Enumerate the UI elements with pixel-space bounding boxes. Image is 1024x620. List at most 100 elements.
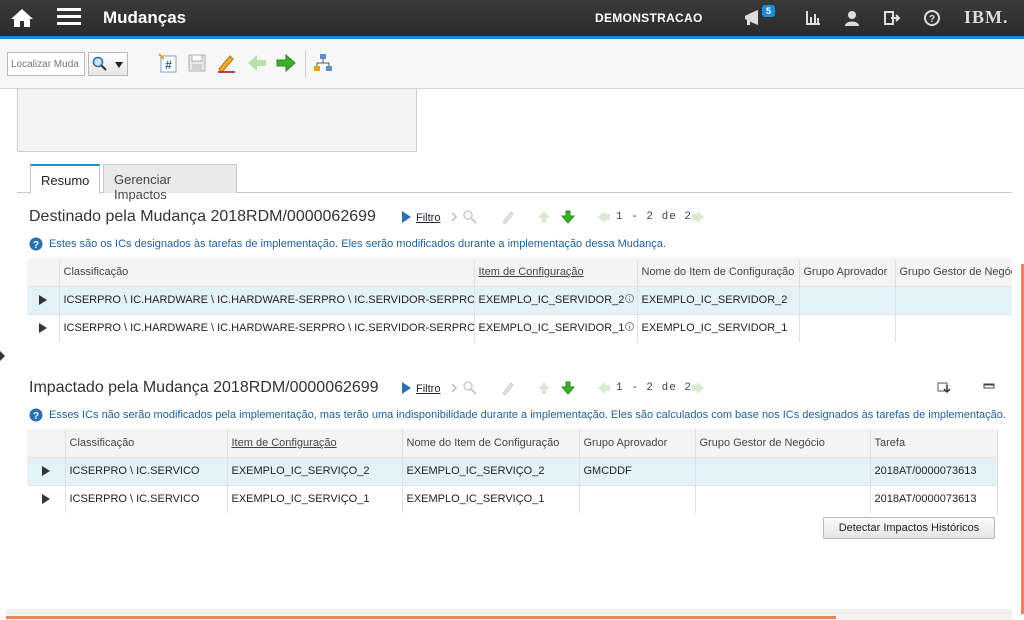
- info-icon: ?: [29, 408, 43, 422]
- reports-icon[interactable]: [804, 9, 822, 27]
- download-icon[interactable]: [937, 380, 951, 394]
- cell-item[interactable]: EXEMPLO_IC_SERVIÇO_1: [227, 484, 403, 513]
- filter-toggle-icon[interactable]: [400, 380, 412, 396]
- edit-disabled-icon[interactable]: [500, 380, 516, 396]
- section-impactado-info: ? Esses ICs não serão modificados pela i…: [29, 408, 1009, 423]
- long-description-box: [17, 89, 417, 152]
- search-disabled-icon[interactable]: [462, 209, 478, 225]
- user-name[interactable]: DEMONSTRACAO: [595, 11, 703, 25]
- info-text: Esses ICs não serão modificados pela imp…: [49, 409, 1006, 421]
- edit-disabled-icon[interactable]: [500, 209, 516, 225]
- arrow-down-icon[interactable]: [560, 209, 576, 225]
- previous-page-icon[interactable]: [596, 380, 612, 396]
- arrow-forward-icon[interactable]: [275, 52, 297, 74]
- table-header-row: Classificação Item de Configuração Nome …: [27, 258, 1014, 286]
- cell-item[interactable]: EXEMPLO_IC_SERVIÇO_2: [227, 456, 403, 485]
- scroll-indicator: [6, 616, 836, 619]
- cell-nome: EXEMPLO_IC_SERVIÇO_2: [402, 456, 580, 485]
- column-header-nome[interactable]: Nome do Item de Configuração: [402, 429, 580, 457]
- table-row[interactable]: ICSERPRO \ IC.SERVICO EXEMPLO_IC_SERVIÇO…: [27, 484, 998, 513]
- search-disabled-icon[interactable]: [462, 380, 478, 396]
- tab-resumo[interactable]: Resumo: [30, 164, 100, 194]
- chevron-down-icon: [115, 62, 123, 68]
- column-header-item[interactable]: Item de Configuração: [474, 258, 638, 286]
- column-header-tarefa[interactable]: Tarefa: [870, 429, 998, 457]
- expand-row-icon[interactable]: [41, 493, 51, 505]
- expand-row-icon[interactable]: [38, 294, 48, 306]
- cell-classificacao: ICSERPRO \ IC.SERVICO: [65, 456, 228, 485]
- save-icon[interactable]: [186, 52, 208, 74]
- cell-item[interactable]: EXEMPLO_IC_SERVIDOR_1: [474, 313, 638, 342]
- svg-text:?: ?: [33, 240, 39, 251]
- next-page-icon[interactable]: [690, 380, 706, 396]
- collapse-handle-icon[interactable]: [0, 349, 6, 363]
- info-small-icon[interactable]: [625, 322, 635, 332]
- expand-row-icon[interactable]: [41, 465, 51, 477]
- table-row[interactable]: ICSERPRO \ IC.HARDWARE \ IC.HARDWARE-SER…: [27, 313, 1014, 342]
- expand-row-icon[interactable]: [38, 322, 48, 334]
- column-header-classificacao[interactable]: Classificação: [59, 258, 475, 286]
- filter-link[interactable]: Filtro: [416, 383, 440, 395]
- signout-icon[interactable]: [883, 9, 901, 27]
- info-text: Estes são os ICs designados às tarefas d…: [49, 238, 666, 250]
- cell-item[interactable]: EXEMPLO_IC_SERVIDOR_2: [474, 285, 638, 314]
- vertical-scrollbar[interactable]: [1012, 89, 1024, 620]
- section-destinado-title: Destinado pela Mudança 2018RDM/000006269…: [29, 208, 376, 225]
- menu-icon[interactable]: [57, 8, 81, 28]
- info-small-icon[interactable]: [625, 294, 635, 303]
- cell-tarefa: 2018AT/0000073613: [870, 456, 998, 485]
- filter-link[interactable]: Filtro: [416, 212, 440, 224]
- detect-historical-impacts-button[interactable]: Detectar Impactos Históricos: [823, 517, 995, 539]
- edit-icon[interactable]: [215, 52, 237, 74]
- column-header-aprovador[interactable]: Grupo Aprovador: [799, 258, 896, 286]
- search-input[interactable]: [7, 52, 85, 76]
- horizontal-scrollbar[interactable]: [6, 609, 1012, 620]
- home-icon[interactable]: [10, 8, 34, 28]
- toolbar-separator: [305, 51, 306, 77]
- minimize-icon[interactable]: [982, 380, 996, 394]
- tab-gerenciar-impactos[interactable]: Gerenciar Impactos: [103, 164, 237, 202]
- cell-nome: EXEMPLO_IC_SERVIÇO_1: [402, 484, 580, 513]
- ibm-logo: IBM.: [964, 7, 1009, 27]
- arrow-up-disabled-icon[interactable]: [536, 380, 552, 396]
- cell-gestor: [895, 313, 1014, 342]
- notification-badge: 5: [762, 5, 776, 17]
- broadcast-icon[interactable]: [743, 9, 761, 27]
- new-record-icon[interactable]: #: [157, 52, 179, 74]
- workflow-icon[interactable]: [312, 52, 334, 74]
- profile-icon[interactable]: [843, 9, 861, 27]
- svg-text:?: ?: [33, 411, 39, 422]
- section-impactado-tools: Filtro 1 - 2 de 2: [400, 380, 720, 398]
- column-header-aprovador[interactable]: Grupo Aprovador: [579, 429, 696, 457]
- section-impactado-title: Impactado pela Mudança 2018RDM/000006269…: [29, 379, 379, 396]
- cell-aprovador: [579, 484, 696, 513]
- toolbar: #: [0, 39, 1024, 89]
- cell-aprovador: [799, 313, 896, 342]
- section-destinado-info: ? Estes são os ICs designados às tarefas…: [29, 237, 1009, 252]
- next-page-icon[interactable]: [690, 209, 706, 225]
- table-row[interactable]: ICSERPRO \ IC.HARDWARE \ IC.HARDWARE-SER…: [27, 285, 1014, 314]
- search-button[interactable]: [88, 52, 128, 76]
- tab-bar: Resumo Gerenciar Impactos: [17, 164, 1013, 202]
- svg-text:?: ?: [929, 14, 935, 25]
- help-icon[interactable]: ?: [923, 9, 941, 27]
- arrow-up-disabled-icon[interactable]: [536, 209, 552, 225]
- arrow-down-icon[interactable]: [560, 380, 576, 396]
- app-title: Mudanças: [103, 8, 187, 27]
- filter-toggle-icon[interactable]: [400, 209, 412, 225]
- column-header-gestor[interactable]: Grupo Gestor de Negócio: [695, 429, 871, 457]
- main-content: Resumo Gerenciar Impactos Destinado pela…: [0, 89, 1024, 620]
- column-header-item[interactable]: Item de Configuração: [227, 429, 403, 457]
- column-header-nome[interactable]: Nome do Item de Configuração: [637, 258, 800, 286]
- table-header-row: Classificação Item de Configuração Nome …: [27, 429, 998, 457]
- previous-page-icon[interactable]: [596, 209, 612, 225]
- pager-text: 1 - 2 de 2: [616, 382, 693, 394]
- cell-aprovador: [799, 285, 896, 314]
- column-header-classificacao[interactable]: Classificação: [65, 429, 228, 457]
- arrow-back-icon[interactable]: [246, 52, 268, 74]
- search-icon: [92, 56, 107, 71]
- destinado-table: Classificação Item de Configuração Nome …: [27, 258, 1014, 342]
- cell-tarefa: 2018AT/0000073613: [870, 484, 998, 513]
- column-header-gestor[interactable]: Grupo Gestor de Negócio: [895, 258, 1014, 286]
- table-row[interactable]: ICSERPRO \ IC.SERVICO EXEMPLO_IC_SERVIÇO…: [27, 456, 998, 485]
